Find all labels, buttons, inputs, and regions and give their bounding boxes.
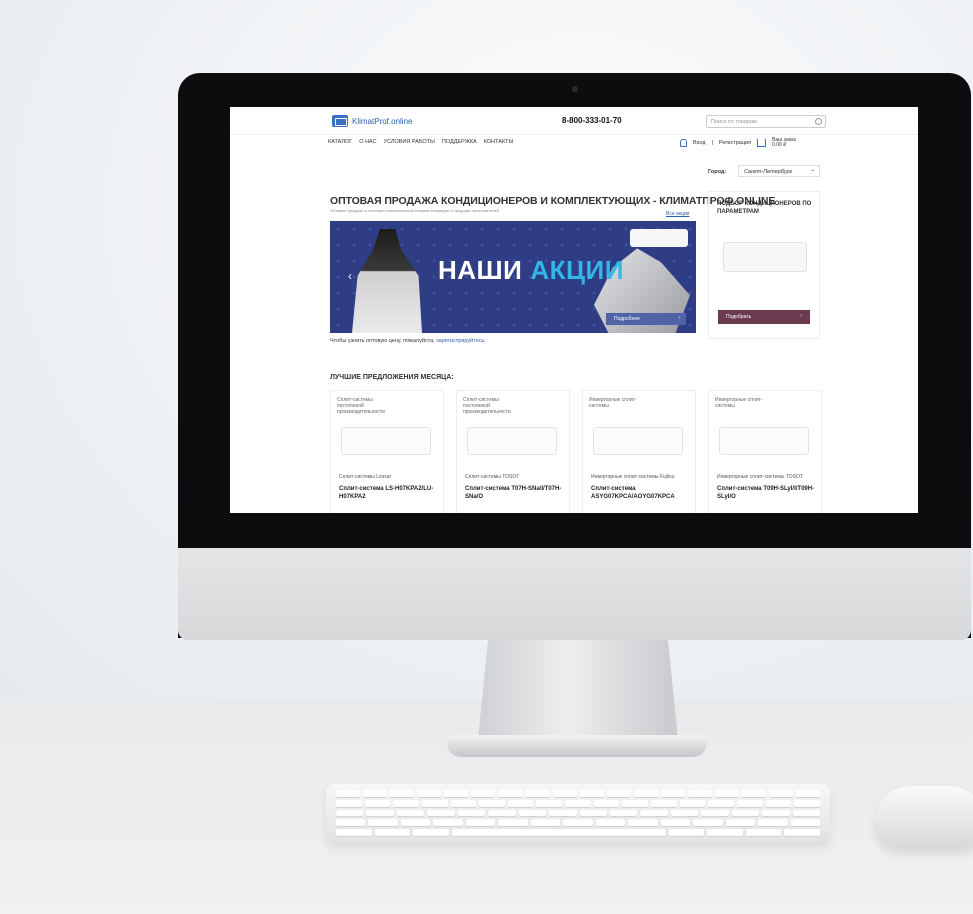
cart-total: 0.00 ₽: [772, 142, 787, 148]
product-name[interactable]: Сплит-система T07H-SNa/I/T07H-SNa/O: [465, 485, 565, 501]
main-nav: КАТАЛОГ О НАС УСЛОВИЯ РАБОТЫ ПОДДЕРЖКА К…: [328, 139, 513, 145]
selector-title: ПОДБОР КОНДИЦИОНЕРОВ ПО ПАРАМЕТРАМ: [717, 201, 812, 215]
banner-headline: НАШИ АКЦИИ: [438, 255, 624, 286]
phone-number[interactable]: 8-800-333-01-70: [562, 116, 622, 125]
product-image[interactable]: [593, 427, 683, 455]
banner-more-button[interactable]: Подробнее ›: [606, 313, 686, 325]
selector-widget: ПОДБОР КОНДИЦИОНЕРОВ ПО ПАРАМЕТРАМ Подоб…: [708, 191, 820, 339]
website-screen: KlimatProf.online 8-800-333-01-70 Поиск …: [230, 107, 918, 513]
product-card[interactable]: Инверторные сплит-системы Инверторные сп…: [708, 390, 822, 513]
product-card[interactable]: Сплит-системы постоянной производительно…: [456, 390, 570, 513]
product-name[interactable]: Сплит-система LS-H07KPA2/LU-H07KPA2: [339, 485, 439, 501]
login-link[interactable]: Вход: [693, 140, 705, 146]
logo-text: KlimatProf.online: [352, 116, 413, 126]
nav-item-support[interactable]: ПОДДЕРЖКА: [442, 139, 477, 145]
nav-item-terms[interactable]: УСЛОВИЯ РАБОТЫ: [384, 139, 435, 145]
keyboard: [326, 784, 830, 842]
product-card[interactable]: Инверторные сплит-системы Инверторные сп…: [582, 390, 696, 513]
search-input[interactable]: Поиск по товарам: [706, 115, 826, 128]
product-category: Инверторные сплит-системы: [589, 397, 637, 409]
banner-more-label: Подробнее: [614, 316, 640, 322]
all-promos-link[interactable]: Все акции: [666, 211, 689, 217]
product-brand: Инверторные сплит-системы TOSOT: [717, 474, 803, 480]
city-select[interactable]: Санкт-Петербург ⌄: [738, 165, 820, 177]
ac-unit-image: [723, 242, 807, 272]
logo-icon: [332, 115, 348, 127]
site-header: KlimatProf.online 8-800-333-01-70 Поиск …: [230, 107, 918, 135]
chevron-left-icon[interactable]: ‹: [348, 269, 352, 283]
mouse: [875, 786, 973, 848]
city-label: Город:: [708, 169, 727, 175]
account-bar: Вход | Регистрация Ваш заказ 0.00 ₽: [680, 138, 796, 148]
banner-text-white: НАШИ: [438, 255, 523, 285]
cart-summary[interactable]: Ваш заказ 0.00 ₽: [772, 138, 796, 148]
product-image[interactable]: [341, 427, 431, 455]
product-category: Сплит-системы постоянной производительно…: [337, 397, 385, 415]
product-category: Сплит-системы постоянной производительно…: [463, 397, 511, 415]
site-logo[interactable]: KlimatProf.online: [332, 115, 412, 127]
banner-text-blue: АКЦИИ: [530, 255, 624, 285]
search-placeholder: Поиск по товарам: [711, 119, 757, 125]
product-brand: Сплит-системы TOSOT: [465, 474, 520, 480]
chevron-down-icon: ⌄: [810, 167, 815, 173]
monitor-chin: [178, 548, 971, 640]
product-cards: Сплит-системы постоянной производительно…: [330, 390, 822, 513]
nav-item-catalog[interactable]: КАТАЛОГ: [328, 139, 352, 145]
monitor-stand: [478, 640, 678, 740]
nav-item-contacts[interactable]: КОНТАКТЫ: [484, 139, 514, 145]
product-name[interactable]: Сплит-система T09H-SLyI/I/T09H-SLyI/O: [717, 485, 817, 501]
product-brand: Сплит-системы Lessar: [339, 474, 392, 480]
monitor-foot: [447, 735, 707, 757]
best-offers-title: ЛУЧШИЕ ПРЕДЛОЖЕНИЯ МЕСЯЦА:: [330, 374, 454, 381]
product-name[interactable]: Сплит-система ASYG07KPCA/AOYG07KPCA: [591, 485, 691, 501]
camera-dot: [572, 86, 578, 92]
register-prompt-text: Чтобы узнать оптовую цену, пожалуйста,: [330, 338, 435, 344]
chevron-right-icon: ›: [800, 313, 802, 319]
product-card[interactable]: Сплит-системы постоянной производительно…: [330, 390, 444, 513]
nav-item-about[interactable]: О НАС: [359, 139, 376, 145]
select-button-label: Подобрать: [726, 314, 752, 320]
city-value: Санкт-Петербург: [744, 169, 793, 175]
select-button[interactable]: Подобрать ›: [718, 310, 810, 324]
register-prompt-link[interactable]: зарегистрируйтесь.: [436, 338, 486, 344]
product-brand: Инверторные сплит-системы Fujitsu: [591, 474, 675, 480]
promo-banner[interactable]: ‹ НАШИ АКЦИИ Подробнее ›: [330, 221, 696, 333]
chevron-right-icon: ›: [678, 315, 680, 321]
cart-icon[interactable]: [757, 139, 767, 147]
register-prompt: Чтобы узнать оптовую цену, пожалуйста, з…: [330, 338, 486, 344]
account-separator: |: [711, 140, 713, 146]
ac-unit-image: [630, 229, 688, 247]
search-icon[interactable]: [815, 118, 822, 125]
user-icon: [680, 139, 687, 147]
product-category: Инверторные сплит-системы: [715, 397, 763, 409]
product-image[interactable]: [719, 427, 809, 455]
register-link[interactable]: Регистрация: [719, 140, 751, 146]
page-subtitle: Оптовые продажи и поставки климатической…: [330, 208, 499, 213]
product-image[interactable]: [467, 427, 557, 455]
